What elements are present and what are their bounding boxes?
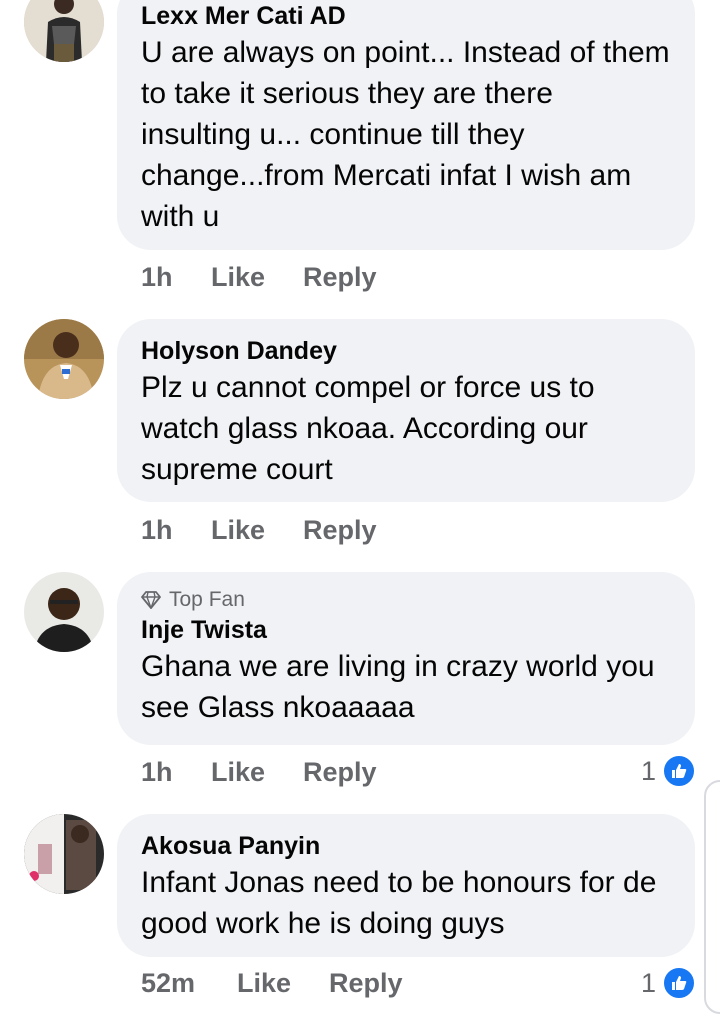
reaction-summary[interactable]: 1 <box>641 966 696 1000</box>
reply-button[interactable]: Reply <box>329 968 403 999</box>
comment-time[interactable]: 52m <box>141 968 195 999</box>
avatar[interactable] <box>24 572 104 652</box>
diamond-icon <box>141 591 161 609</box>
comment-time[interactable]: 1h <box>141 515 173 546</box>
comment-bubble: Top Fan Inje Twista Ghana we are living … <box>117 572 695 745</box>
like-button[interactable]: Like <box>211 262 265 293</box>
avatar[interactable] <box>24 0 104 62</box>
commenter-name[interactable]: Lexx Mer Cati AD <box>141 0 671 32</box>
reply-button[interactable]: Reply <box>303 262 377 293</box>
comment-bubble: Holyson Dandey Plz u cannot compel or fo… <box>117 319 695 502</box>
reaction-count: 1 <box>640 967 656 998</box>
reply-button[interactable]: Reply <box>303 757 377 788</box>
reply-button[interactable]: Reply <box>303 515 377 546</box>
commenter-name[interactable]: Akosua Panyin <box>141 830 671 862</box>
top-fan-badge: Top Fan <box>141 588 671 612</box>
like-thumb-icon <box>662 966 696 1000</box>
comment-text: U are always on point... Instead of them… <box>141 36 670 233</box>
floating-panel-edge[interactable] <box>704 780 720 1014</box>
like-button[interactable]: Like <box>211 515 265 546</box>
top-fan-label: Top Fan <box>169 588 245 611</box>
commenter-name[interactable]: Inje Twista <box>141 614 671 646</box>
like-button[interactable]: Like <box>237 968 291 999</box>
comment-bubble: Akosua Panyin Infant Jonas need to be ho… <box>117 814 695 957</box>
comment-time[interactable]: 1h <box>141 757 173 788</box>
like-button[interactable]: Like <box>211 757 265 788</box>
comment-text: Infant Jonas need to be honours for de g… <box>141 866 657 940</box>
like-thumb-icon <box>662 754 696 788</box>
comment-bubble: Lexx Mer Cati AD U are always on point..… <box>117 0 695 250</box>
avatar[interactable] <box>24 319 104 399</box>
reaction-count: 1 <box>640 755 656 786</box>
comment-text: Ghana we are living in crazy world you s… <box>141 650 655 724</box>
commenter-name[interactable]: Holyson Dandey <box>141 335 671 367</box>
reaction-summary[interactable]: 1 <box>641 754 696 788</box>
comment-text: Plz u cannot compel or force us to watch… <box>141 371 595 486</box>
avatar[interactable] <box>24 814 104 894</box>
comment-time[interactable]: 1h <box>141 262 173 293</box>
